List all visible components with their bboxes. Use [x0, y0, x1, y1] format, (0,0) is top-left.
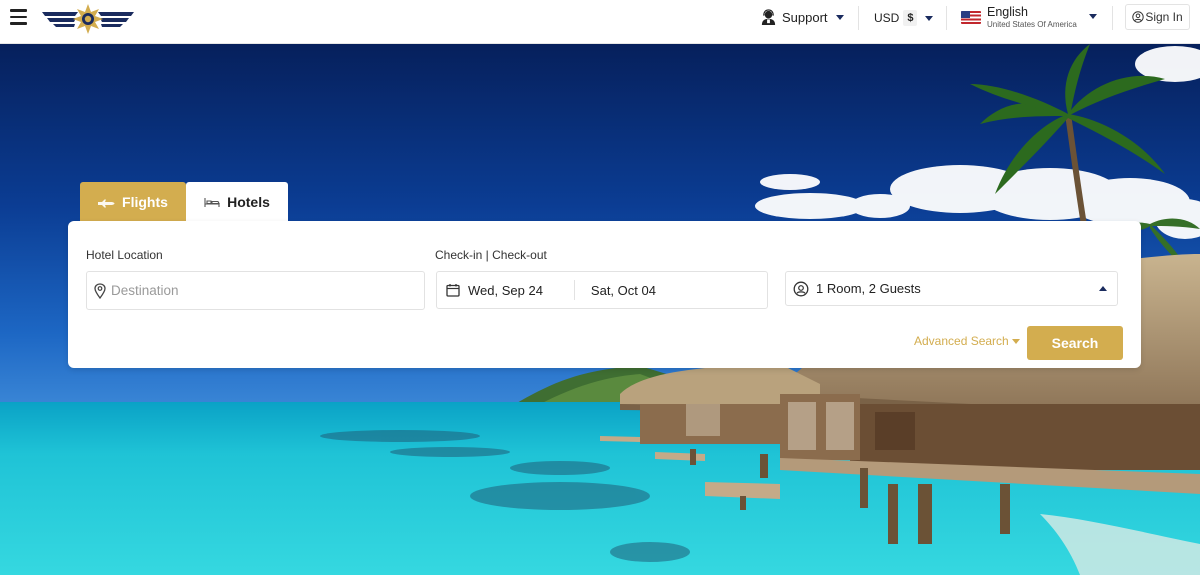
user-icon — [1132, 11, 1145, 23]
destination-placeholder: Destination — [111, 283, 179, 298]
search-button[interactable]: Search — [1027, 326, 1123, 360]
advanced-search-label: Advanced Search — [914, 334, 1009, 348]
chevron-up-icon — [1099, 286, 1107, 291]
logo[interactable] — [42, 3, 134, 37]
dates-label: Check-in | Check-out — [435, 248, 547, 262]
tab-flights-label: Flights — [122, 194, 168, 210]
hotel-location-label: Hotel Location — [86, 248, 163, 262]
checkin-date[interactable]: Wed, Sep 24 — [468, 283, 543, 298]
tab-flights[interactable]: Flights — [80, 182, 186, 222]
language-name: English — [987, 5, 1028, 19]
divider — [946, 6, 947, 30]
plane-icon — [98, 199, 115, 207]
calendar-icon — [446, 284, 460, 297]
date-divider — [573, 280, 575, 300]
tab-hotels-label: Hotels — [227, 194, 270, 210]
currency-code: USD — [874, 11, 900, 25]
location-pin-icon — [94, 282, 106, 299]
sign-in-button[interactable]: Sign In — [1125, 4, 1190, 30]
us-flag-icon — [961, 11, 981, 24]
guests-selector[interactable]: 1 Room, 2 Guests — [785, 271, 1118, 306]
advanced-search-link[interactable]: Advanced Search — [914, 334, 1020, 348]
support-agent-icon — [761, 8, 776, 25]
divider — [1112, 6, 1113, 30]
guests-value: 1 Room, 2 Guests — [816, 281, 921, 296]
support-menu[interactable]: Support — [760, 7, 844, 27]
tab-hotels[interactable]: Hotels — [186, 182, 288, 222]
caret-down-icon — [1011, 338, 1020, 344]
divider — [858, 6, 859, 30]
currency-symbol: $ — [903, 10, 918, 26]
language-region: United States Of America — [987, 20, 1077, 29]
chevron-down-icon — [835, 14, 844, 20]
date-range-picker[interactable]: Wed, Sep 24 Sat, Oct 04 — [436, 271, 768, 309]
checkout-date[interactable]: Sat, Oct 04 — [591, 283, 656, 298]
menu-icon[interactable] — [10, 9, 27, 25]
language-selector[interactable]: English United States Of America — [961, 5, 1097, 35]
top-header: Support USD $ English United States Of A… — [0, 0, 1200, 44]
sign-in-label: Sign In — [1145, 10, 1183, 24]
currency-selector[interactable]: USD $ — [874, 8, 934, 28]
chevron-down-icon — [1088, 14, 1097, 19]
guests-icon — [793, 281, 809, 296]
bed-icon — [204, 197, 220, 207]
chevron-down-icon — [925, 15, 934, 21]
destination-input[interactable]: Destination — [86, 271, 425, 310]
hotel-search-panel: Hotel Location Check-in | Check-out Dest… — [68, 221, 1141, 368]
support-label: Support — [782, 9, 828, 25]
